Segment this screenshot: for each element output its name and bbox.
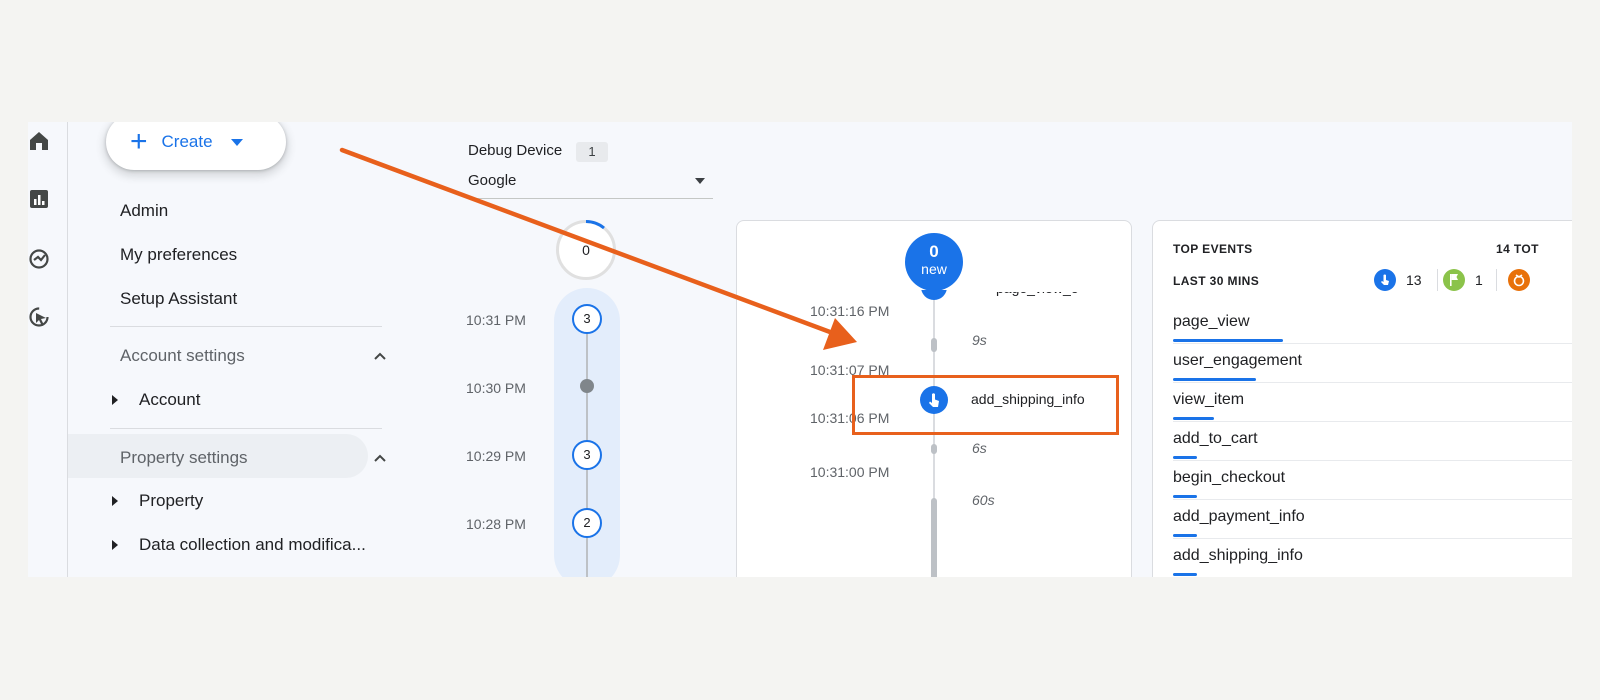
- event-name[interactable]: page_view: [1173, 313, 1250, 331]
- divider: [110, 428, 382, 429]
- explore-icon[interactable]: [28, 248, 50, 270]
- event-share-bar: [1173, 573, 1197, 576]
- error-icon: [1508, 269, 1530, 291]
- divider: [110, 326, 382, 327]
- account-settings-heading[interactable]: Account settings: [120, 346, 245, 366]
- top-events-total: 14 TOT: [1496, 242, 1539, 256]
- gap-tick: [931, 444, 937, 454]
- event-time: 10:31:16 PM: [810, 303, 890, 319]
- event-share-bar: [1173, 495, 1197, 498]
- top-events-title: TOP EVENTS: [1173, 242, 1253, 256]
- event-name[interactable]: add_to_cart: [1173, 430, 1258, 448]
- new-events-badge[interactable]: 0 new: [905, 233, 963, 291]
- minute-count-bubble[interactable]: 3: [572, 304, 602, 334]
- top-events-subtitle: LAST 30 MINS: [1173, 274, 1260, 288]
- touch-icon: [1374, 269, 1396, 291]
- admin-sidebar: + Create Admin My preferences Setup Assi…: [68, 122, 408, 577]
- event-gap: 60s: [972, 492, 995, 508]
- event-name[interactable]: add_payment_info: [1173, 508, 1305, 526]
- event-name-clipped: page_view_event: [996, 292, 1080, 298]
- expand-triangle-icon[interactable]: [112, 395, 118, 405]
- sidebar-item-my-preferences[interactable]: My preferences: [120, 245, 237, 265]
- minute-time: 10:30 PM: [466, 380, 526, 396]
- reports-icon[interactable]: [28, 188, 50, 210]
- list-item[interactable]: add_shipping_info: [1173, 539, 1572, 577]
- event-time: 10:31:00 PM: [810, 464, 890, 480]
- debug-device-label: Debug Device: [468, 142, 563, 159]
- event-share-bar: [1173, 417, 1214, 420]
- expand-triangle-icon[interactable]: [112, 540, 118, 550]
- nav-rail: [28, 122, 68, 577]
- list-item[interactable]: add_payment_info: [1173, 500, 1572, 539]
- seconds-progress-arc: [585, 220, 605, 230]
- new-events-count: 0: [929, 242, 939, 261]
- event-name[interactable]: begin_checkout: [1173, 469, 1285, 487]
- gap-tick: [931, 338, 937, 352]
- new-events-label: new: [921, 261, 947, 277]
- expand-triangle-icon[interactable]: [112, 496, 118, 506]
- debug-device-count-badge: 1: [576, 142, 608, 162]
- advertising-icon[interactable]: [28, 306, 50, 328]
- create-label: Create: [161, 132, 213, 151]
- event-icon-clipped: [921, 290, 947, 300]
- select-underline: [468, 198, 713, 199]
- event-share-bar: [1173, 339, 1283, 342]
- plus-icon: +: [130, 125, 148, 158]
- flag-icon: [1443, 269, 1465, 291]
- sidebar-item-data-collection[interactable]: Data collection and modifica...: [139, 535, 366, 555]
- create-button[interactable]: + Create: [106, 122, 286, 170]
- stat-count: 1: [1475, 272, 1483, 288]
- debug-device-select[interactable]: Google: [468, 172, 516, 189]
- list-item[interactable]: add_to_cart: [1173, 422, 1572, 461]
- list-item[interactable]: page_view: [1173, 305, 1572, 344]
- screenshot-frame: + Create Admin My preferences Setup Assi…: [28, 122, 1572, 577]
- gap-tick: [931, 498, 937, 577]
- event-share-bar: [1173, 456, 1197, 459]
- sidebar-item-property[interactable]: Property: [139, 491, 203, 511]
- chevron-up-icon[interactable]: [374, 452, 386, 464]
- divider: [1496, 269, 1497, 291]
- event-name[interactable]: user_engagement: [1173, 352, 1302, 370]
- event-name[interactable]: view_item: [1173, 391, 1244, 409]
- event-share-bar: [1173, 534, 1197, 537]
- minute-count-bubble[interactable]: 2: [572, 508, 602, 538]
- caret-down-icon[interactable]: [695, 178, 705, 184]
- event-name[interactable]: add_shipping_info: [1173, 547, 1303, 565]
- caret-down-icon: [230, 138, 243, 146]
- event-share-bar: [1173, 378, 1256, 381]
- divider: [1437, 269, 1438, 291]
- minute-time: 10:29 PM: [466, 448, 526, 464]
- chevron-up-icon[interactable]: [374, 350, 386, 362]
- list-item[interactable]: view_item: [1173, 383, 1572, 422]
- stat-count: 13: [1406, 272, 1422, 288]
- annotation-highlight-box: [852, 375, 1119, 435]
- sidebar-item-admin[interactable]: Admin: [120, 201, 168, 221]
- event-gap: 9s: [972, 332, 987, 348]
- sidebar-item-setup-assistant[interactable]: Setup Assistant: [120, 289, 237, 309]
- event-gap: 6s: [972, 440, 987, 456]
- minute-time: 10:28 PM: [466, 516, 526, 532]
- sidebar-item-account[interactable]: Account: [139, 390, 200, 410]
- list-item[interactable]: user_engagement: [1173, 344, 1572, 383]
- list-item[interactable]: begin_checkout: [1173, 461, 1572, 500]
- property-settings-heading[interactable]: Property settings: [120, 448, 248, 468]
- minute-count-bubble[interactable]: 3: [572, 440, 602, 470]
- minute-time: 10:31 PM: [466, 312, 526, 328]
- home-icon[interactable]: [28, 130, 50, 152]
- minute-empty-dot: [580, 379, 594, 393]
